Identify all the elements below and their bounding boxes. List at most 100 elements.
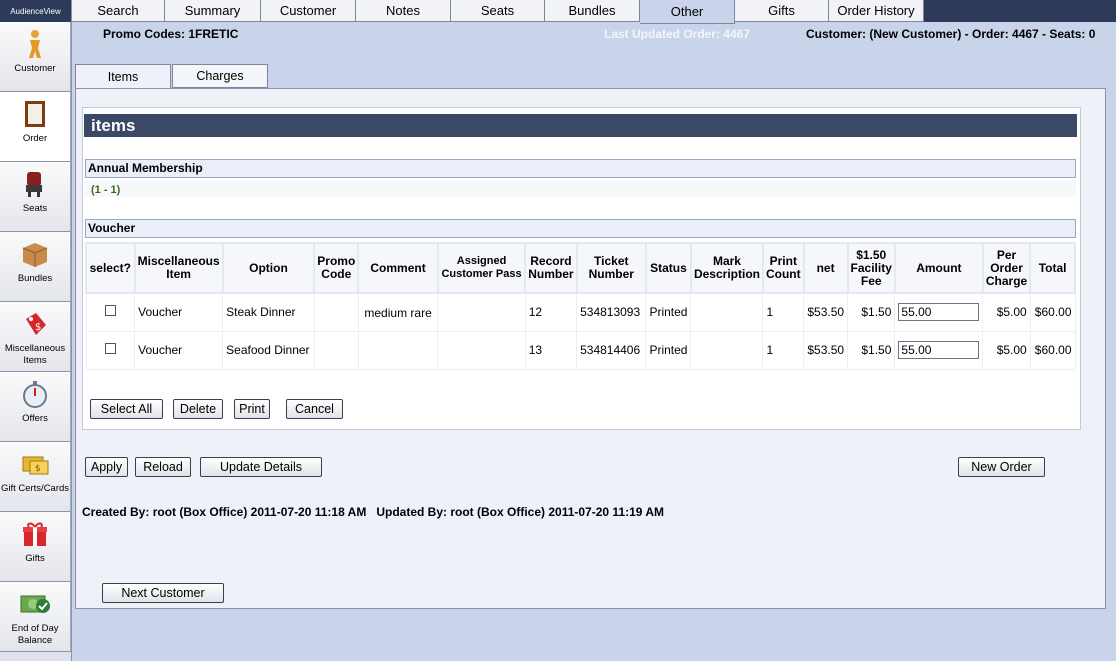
cell-option: Steak Dinner <box>222 292 315 332</box>
sidebar-item-customer[interactable]: Customer <box>0 22 71 92</box>
cell-mark <box>690 330 764 370</box>
next-customer-button[interactable]: Next Customer <box>102 583 224 603</box>
tab-other[interactable]: Other <box>640 0 735 24</box>
section-title: items <box>84 114 1077 137</box>
delete-button[interactable]: Delete <box>173 399 223 419</box>
col-misc-item: Miscellaneous Item <box>133 242 224 294</box>
annual-membership-range: (1 - 1) <box>91 184 121 196</box>
bundles-icon <box>19 238 51 270</box>
items-section: items Annual Membership (1 - 1) Voucher … <box>82 107 1081 430</box>
tab-search[interactable]: Search <box>72 0 165 22</box>
sidebar-item-miscellaneous-items[interactable]: $ Miscellaneous Items <box>0 302 71 372</box>
col-select: select? <box>85 242 136 294</box>
cell-item: Voucher <box>134 330 224 370</box>
amount-input[interactable] <box>898 341 980 359</box>
sidebar-item-order[interactable]: Order <box>0 92 71 162</box>
col-per-order-charge: Per Order Charge <box>981 242 1032 294</box>
order-summary: Customer: (New Customer) - Order: 4467 -… <box>806 27 1096 41</box>
cancel-button[interactable]: Cancel <box>286 399 343 419</box>
sidebar-item-seats[interactable]: Seats <box>0 162 71 232</box>
cell-ticket: 534813093 <box>576 292 647 332</box>
tab-customer[interactable]: Customer <box>261 0 356 22</box>
sidebar-item-gifts[interactable]: Gifts <box>0 512 71 582</box>
table-header-row: select? Miscellaneous Item Option Promo … <box>85 242 1076 294</box>
sidebar-item-gift-certs[interactable]: $ Gift Certs/Cards <box>0 442 71 512</box>
apply-button[interactable]: Apply <box>85 457 128 477</box>
cell-fee: $1.50 <box>847 330 896 370</box>
sidebar-item-offers[interactable]: Offers <box>0 372 71 442</box>
range-bar <box>85 180 1076 197</box>
col-total: Total <box>1029 242 1076 294</box>
voucher-table: select? Miscellaneous Item Option Promo … <box>85 242 1076 370</box>
money-check-icon <box>19 588 51 620</box>
svg-text:$: $ <box>35 322 41 333</box>
cell-promo <box>313 330 359 370</box>
stopwatch-icon <box>19 378 51 410</box>
items-panel: items Annual Membership (1 - 1) Voucher … <box>75 88 1106 609</box>
seats-icon <box>19 168 51 200</box>
tab-bundles[interactable]: Bundles <box>545 0 640 22</box>
sidebar: AudienceView Customer Order Seats Bundle… <box>0 0 72 661</box>
cell-promo <box>313 292 359 332</box>
cell-record: 13 <box>524 330 578 370</box>
tab-summary[interactable]: Summary <box>165 0 261 22</box>
cell-per-order: $5.00 <box>982 292 1031 332</box>
print-button[interactable]: Print <box>234 399 270 419</box>
cell-print-count: 1 <box>762 330 805 370</box>
voucher-header: Voucher <box>85 219 1076 238</box>
col-facility-fee: $1.50 Facility Fee <box>846 242 896 294</box>
cell-total: $60.00 <box>1029 330 1076 370</box>
col-comment: Comment <box>357 242 439 294</box>
svg-text:$: $ <box>35 464 41 474</box>
top-bar-fill <box>924 0 1116 22</box>
col-assigned-pass: Assigned Customer Pass <box>436 242 527 294</box>
table-row: Voucher Steak Dinner medium rare 12 5348… <box>85 292 1076 332</box>
cell-status: Printed <box>645 330 692 370</box>
row-select-checkbox[interactable] <box>104 305 116 317</box>
col-amount: Amount <box>893 242 984 294</box>
top-tab-bar: Search Summary Customer Notes Seats Bund… <box>72 0 924 24</box>
cell-net: $53.50 <box>803 330 849 370</box>
brand-logo: AudienceView <box>0 0 71 22</box>
cell-per-order: $5.00 <box>982 330 1031 370</box>
price-tag-icon: $ <box>19 308 51 340</box>
tab-items[interactable]: Items <box>75 64 171 89</box>
update-details-button[interactable]: Update Details <box>200 457 322 477</box>
cell-mark <box>690 292 764 332</box>
promo-codes: Promo Codes: 1FRETIC <box>103 27 239 41</box>
tab-seats[interactable]: Seats <box>451 0 545 22</box>
sidebar-item-end-of-day-balance[interactable]: End of Day Balance <box>0 582 71 652</box>
col-option: Option <box>221 242 316 294</box>
tab-notes[interactable]: Notes <box>356 0 451 22</box>
order-icon <box>19 98 51 130</box>
col-ticket-number: Ticket Number <box>575 242 647 294</box>
col-record-number: Record Number <box>524 242 578 294</box>
cell-ticket: 534814406 <box>576 330 647 370</box>
gift-card-icon: $ <box>19 448 51 480</box>
amount-input[interactable] <box>898 303 980 322</box>
sidebar-item-bundles[interactable]: Bundles <box>0 232 71 302</box>
col-net: net <box>802 242 849 294</box>
cell-comment <box>357 330 439 370</box>
gift-icon <box>19 518 51 550</box>
cell-net: $53.50 <box>803 292 849 332</box>
reload-button[interactable]: Reload <box>135 457 191 477</box>
col-print-count: Print Count <box>761 242 805 294</box>
row-select-checkbox[interactable] <box>104 343 116 354</box>
tab-charges[interactable]: Charges <box>172 64 268 88</box>
cell-status: Printed <box>645 292 692 332</box>
annual-membership-header: Annual Membership <box>85 159 1076 178</box>
col-status: Status <box>644 242 692 294</box>
tab-order-history[interactable]: Order History <box>829 0 924 22</box>
cell-pass <box>437 292 526 332</box>
col-promo-code: Promo Code <box>313 242 360 294</box>
created-by: Created By: root (Box Office) 2011-07-20… <box>82 505 367 519</box>
table-row: Voucher Seafood Dinner 13 534814406 Prin… <box>85 330 1076 370</box>
tab-gifts[interactable]: Gifts <box>735 0 829 22</box>
updated-by: Updated By: root (Box Office) 2011-07-20… <box>376 505 664 519</box>
cell-total: $60.00 <box>1029 292 1076 332</box>
new-order-button[interactable]: New Order <box>958 457 1045 477</box>
select-all-button[interactable]: Select All <box>90 399 163 419</box>
cell-option: Seafood Dinner <box>222 330 315 370</box>
cell-record: 12 <box>524 292 578 332</box>
